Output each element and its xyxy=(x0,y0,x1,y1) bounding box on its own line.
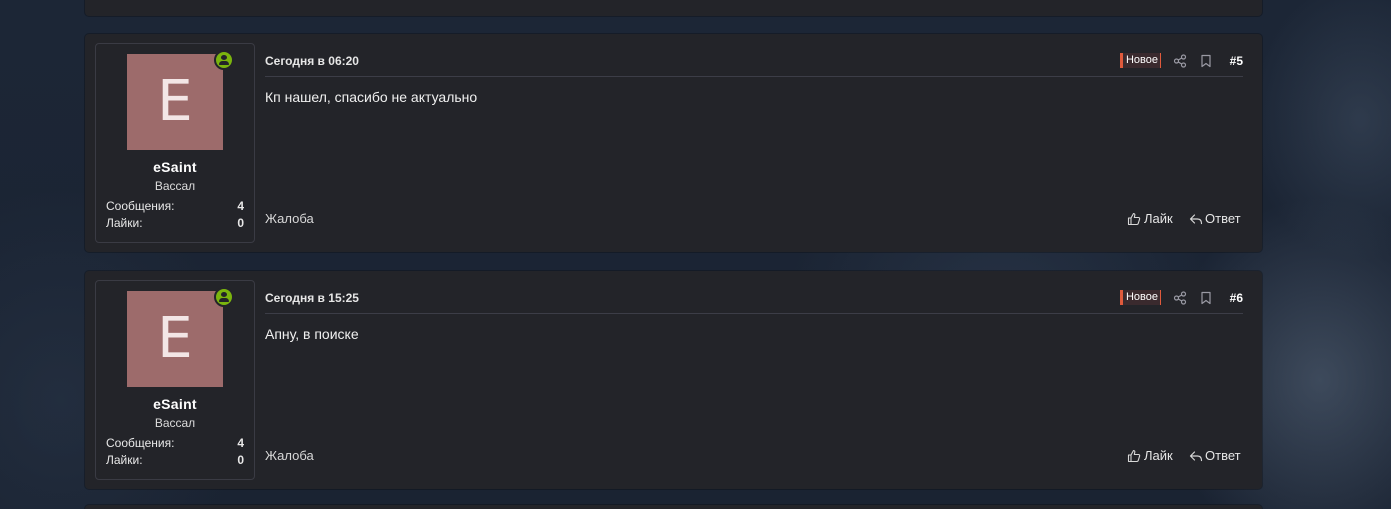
messages-label: Сообщения: xyxy=(106,436,175,450)
messages-label: Сообщения: xyxy=(106,199,175,213)
likes-label: Лайки: xyxy=(106,216,143,230)
bookmark-icon[interactable] xyxy=(1199,291,1213,305)
messages-stat: Сообщения: 4 xyxy=(106,436,244,450)
new-badge: Новое xyxy=(1119,290,1161,305)
post-header: Сегодня в 15:25 Новое #6 xyxy=(265,290,1243,314)
messages-count: 4 xyxy=(237,436,244,450)
like-label: Лайк xyxy=(1144,448,1173,463)
online-status-icon xyxy=(214,50,234,70)
post-5: E eSaint Вассал Сообщения: 4 Лайки: 0 Се… xyxy=(85,34,1262,252)
username[interactable]: eSaint xyxy=(96,396,254,412)
likes-count: 0 xyxy=(237,216,244,230)
thumbs-up-icon xyxy=(1127,212,1141,225)
reply-label: Ответ xyxy=(1205,448,1241,463)
report-link[interactable]: Жалоба xyxy=(265,211,314,226)
avatar[interactable]: E xyxy=(127,54,223,150)
user-info-box: E eSaint Вассал Сообщения: 4 Лайки: 0 xyxy=(95,280,255,480)
like-button[interactable]: Лайк xyxy=(1127,211,1173,226)
new-badge: Новое xyxy=(1119,53,1161,68)
share-icon[interactable] xyxy=(1173,54,1187,68)
thumbs-up-icon xyxy=(1127,449,1141,462)
username[interactable]: eSaint xyxy=(96,159,254,175)
user-title: Вассал xyxy=(154,416,196,430)
post-message: Кп нашел, спасибо не актуально xyxy=(265,89,478,105)
post-date[interactable]: Сегодня в 15:25 xyxy=(265,291,359,305)
previous-post-card xyxy=(85,0,1262,16)
post-number-link[interactable]: #5 xyxy=(1230,54,1243,68)
share-icon[interactable] xyxy=(1173,291,1187,305)
like-button[interactable]: Лайк xyxy=(1127,448,1173,463)
post-date[interactable]: Сегодня в 06:20 xyxy=(265,54,359,68)
post-message: Апну, в поиске xyxy=(265,326,359,342)
user-title: Вассал xyxy=(154,179,196,193)
likes-label: Лайки: xyxy=(106,453,143,467)
messages-count: 4 xyxy=(237,199,244,213)
avatar[interactable]: E xyxy=(127,291,223,387)
reply-label: Ответ xyxy=(1205,211,1241,226)
next-post-card xyxy=(85,505,1262,509)
user-info-box: E eSaint Вассал Сообщения: 4 Лайки: 0 xyxy=(95,43,255,243)
reply-icon xyxy=(1189,213,1203,224)
post-number-link[interactable]: #6 xyxy=(1230,291,1243,305)
reply-icon xyxy=(1189,450,1203,461)
post-6: E eSaint Вассал Сообщения: 4 Лайки: 0 Се… xyxy=(85,271,1262,489)
likes-count: 0 xyxy=(237,453,244,467)
messages-stat: Сообщения: 4 xyxy=(106,199,244,213)
online-status-icon xyxy=(214,287,234,307)
likes-stat: Лайки: 0 xyxy=(106,453,244,467)
report-link[interactable]: Жалоба xyxy=(265,448,314,463)
reply-button[interactable]: Ответ xyxy=(1189,448,1241,463)
post-header: Сегодня в 06:20 Новое #5 xyxy=(265,53,1243,77)
likes-stat: Лайки: 0 xyxy=(106,216,244,230)
bookmark-icon[interactable] xyxy=(1199,54,1213,68)
like-label: Лайк xyxy=(1144,211,1173,226)
reply-button[interactable]: Ответ xyxy=(1189,211,1241,226)
